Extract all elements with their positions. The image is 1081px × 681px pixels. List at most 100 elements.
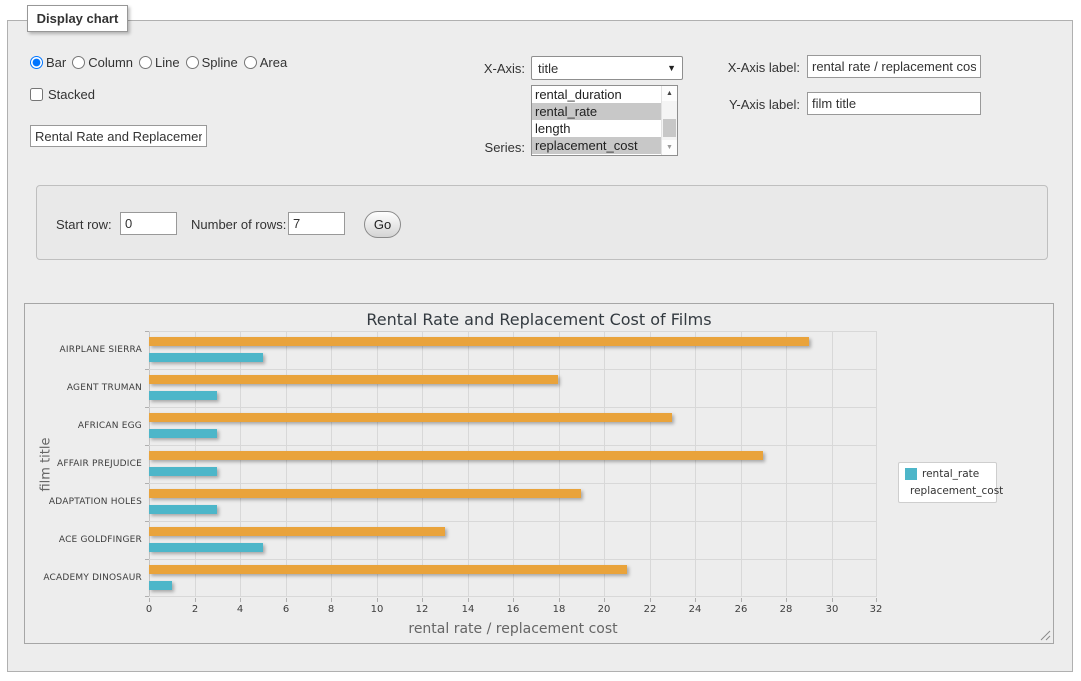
chart-type-option-column[interactable]: Column <box>72 55 133 70</box>
x-tick-label: 2 <box>180 604 210 615</box>
start-row-input[interactable] <box>120 212 177 235</box>
go-button[interactable]: Go <box>364 211 401 238</box>
series-scrollbar[interactable]: ▲ ▼ <box>661 86 677 155</box>
x-tick-label: 4 <box>225 604 255 615</box>
series-option-rental_duration[interactable]: rental_duration <box>532 86 661 103</box>
x-tick-label: 30 <box>817 604 847 615</box>
scroll-up-icon[interactable]: ▲ <box>662 86 677 101</box>
y-axis-title: film title <box>39 405 54 525</box>
gridline-x-16 <box>513 331 514 596</box>
y-tick-mark <box>145 445 149 446</box>
bar-replacement_cost-4 <box>149 489 581 498</box>
chart-type-option-bar[interactable]: Bar <box>30 55 66 70</box>
gridline-x-24 <box>695 331 696 596</box>
radio-label: Area <box>260 55 287 70</box>
x-tick-label: 10 <box>362 604 392 615</box>
x-axis-selected-value: title <box>538 61 558 76</box>
x-axis-label-label: X-Axis label: <box>710 60 800 75</box>
gridline-y <box>149 369 877 370</box>
series-options: rental_durationrental_ratelengthreplacem… <box>532 86 661 155</box>
chart-legend: rental_rate replacement_cost <box>898 462 997 503</box>
gridline-y <box>149 521 877 522</box>
stacked-checkbox-row[interactable]: Stacked <box>30 87 95 102</box>
radio-bar[interactable] <box>30 56 43 69</box>
bar-rental_rate-6 <box>149 581 172 590</box>
panel-legend: Display chart <box>27 5 128 32</box>
bar-replacement_cost-2 <box>149 413 672 422</box>
gridline-x-4 <box>240 331 241 596</box>
x-tick-mark <box>604 598 605 602</box>
x-tick-mark <box>195 598 196 602</box>
y-axis-label-input[interactable] <box>807 92 981 115</box>
x-axis-label-input[interactable] <box>807 55 981 78</box>
radio-label: Column <box>88 55 133 70</box>
x-tick-label: 28 <box>771 604 801 615</box>
y-tick-mark <box>145 521 149 522</box>
gridline-x-12 <box>422 331 423 596</box>
radio-area[interactable] <box>244 56 257 69</box>
x-tick-label: 16 <box>498 604 528 615</box>
panel-legend-text: Display chart <box>37 11 119 26</box>
radio-spline[interactable] <box>186 56 199 69</box>
x-tick-mark <box>422 598 423 602</box>
gridline-x-22 <box>650 331 651 596</box>
bar-rental_rate-1 <box>149 391 217 400</box>
gridline-y <box>149 559 877 560</box>
scroll-down-icon[interactable]: ▼ <box>662 140 677 155</box>
x-tick-label: 14 <box>453 604 483 615</box>
row-controls-panel: Start row: Number of rows: Go <box>36 185 1048 260</box>
chart-type-option-area[interactable]: Area <box>244 55 287 70</box>
number-of-rows-input[interactable] <box>288 212 345 235</box>
x-axis-title: rental rate / replacement cost <box>149 621 877 637</box>
radio-column[interactable] <box>72 56 85 69</box>
gridline-y <box>149 331 877 332</box>
gridline-y <box>149 445 877 446</box>
category-label-6: ACADEMY DINOSAUR <box>25 572 142 584</box>
gridline-x-6 <box>286 331 287 596</box>
chart-type-option-spline[interactable]: Spline <box>186 55 238 70</box>
series-option-rental_rate[interactable]: rental_rate <box>532 103 661 120</box>
x-tick-mark <box>695 598 696 602</box>
series-listbox[interactable]: rental_durationrental_ratelengthreplacem… <box>531 85 678 156</box>
x-tick-label: 32 <box>861 604 891 615</box>
stacked-checkbox[interactable] <box>30 88 43 101</box>
gridline-x-32 <box>876 331 877 596</box>
stacked-label: Stacked <box>48 87 95 102</box>
radio-label: Bar <box>46 55 66 70</box>
gridline-y <box>149 407 877 408</box>
legend-item-rental_rate[interactable]: rental_rate <box>905 468 990 480</box>
y-tick-mark <box>145 559 149 560</box>
gridline-x-14 <box>468 331 469 596</box>
gridline-x-0 <box>149 331 150 596</box>
category-label-1: AGENT TRUMAN <box>25 382 142 394</box>
x-tick-label: 18 <box>544 604 574 615</box>
gridline-x-30 <box>832 331 833 596</box>
gridline-x-26 <box>741 331 742 596</box>
resize-handle[interactable] <box>1040 630 1051 641</box>
legend-label-rental_rate: rental_rate <box>922 468 979 480</box>
radio-line[interactable] <box>139 56 152 69</box>
x-tick-label: 24 <box>680 604 710 615</box>
x-tick-mark <box>786 598 787 602</box>
y-tick-mark <box>145 483 149 484</box>
legend-item-replacement_cost[interactable]: replacement_cost <box>905 485 990 497</box>
legend-swatch-rental_rate <box>905 468 917 480</box>
scrollbar-thumb[interactable] <box>663 119 676 137</box>
series-option-length[interactable]: length <box>532 120 661 137</box>
radio-label: Spline <box>202 55 238 70</box>
gridline-x-8 <box>331 331 332 596</box>
chart-type-radios: Bar Column Line Spline Area <box>30 55 287 70</box>
bar-rental_rate-5 <box>149 543 263 552</box>
category-label-5: ACE GOLDFINGER <box>25 534 142 546</box>
gridline-x-20 <box>604 331 605 596</box>
x-axis-select[interactable]: title ▼ <box>531 56 683 80</box>
gridline-x-28 <box>786 331 787 596</box>
chart-plot-area <box>149 331 877 597</box>
scrollbar-track[interactable] <box>662 101 677 140</box>
y-tick-mark <box>145 331 149 332</box>
chart-type-option-line[interactable]: Line <box>139 55 180 70</box>
series-option-replacement_cost[interactable]: replacement_cost <box>532 137 661 154</box>
chart-title-input[interactable] <box>30 125 207 147</box>
x-tick-mark <box>286 598 287 602</box>
bar-replacement_cost-5 <box>149 527 445 536</box>
